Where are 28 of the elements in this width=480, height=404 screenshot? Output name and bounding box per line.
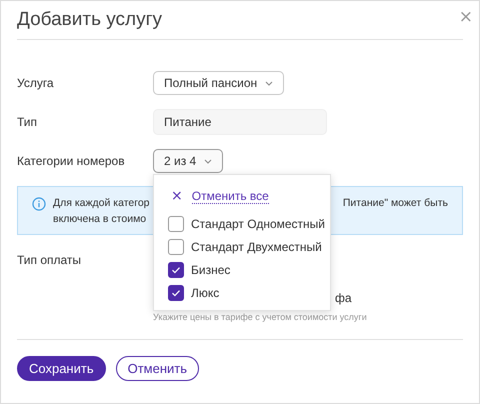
checkbox[interactable] [168,262,184,278]
save-button[interactable]: Сохранить [17,356,106,381]
field-label: Тип оплаты [17,253,82,267]
cancel-button[interactable]: Отменить [116,356,200,381]
checkbox[interactable] [168,216,184,232]
dialog-title: Добавить услугу [17,9,162,31]
info-text: Для каждой категор [53,196,150,211]
clear-all-link[interactable]: Отменить все [192,188,269,204]
checkbox[interactable] [168,238,184,254]
hint-text: Укажите цены в тарифе с учетом стоимости услуги [153,312,367,322]
chevron-icon [204,158,212,164]
option-label[interactable]: Бизнес [191,262,230,276]
service-select[interactable]: Полный пансион [153,71,284,95]
field-label: Категории номеров [17,154,126,168]
option-label[interactable]: Стандарт Одноместный [191,216,325,230]
field-label: Тип [17,115,38,129]
field-label: Услуга [17,76,55,90]
option-label[interactable]: Люкс [191,286,220,300]
type-field: Питание [153,109,327,135]
categories-select[interactable]: 2 из 4 [153,149,224,173]
chevron-icon [265,80,274,86]
checkbox[interactable] [168,284,184,300]
clear-icon[interactable]: × [171,189,183,203]
info-icon [32,197,46,211]
info-text: Питание" может быть [342,196,448,211]
option-label[interactable]: Стандарт Двухместный [191,240,322,254]
option-label: фа [335,291,352,305]
info-text: включена в стоимо [53,212,146,227]
